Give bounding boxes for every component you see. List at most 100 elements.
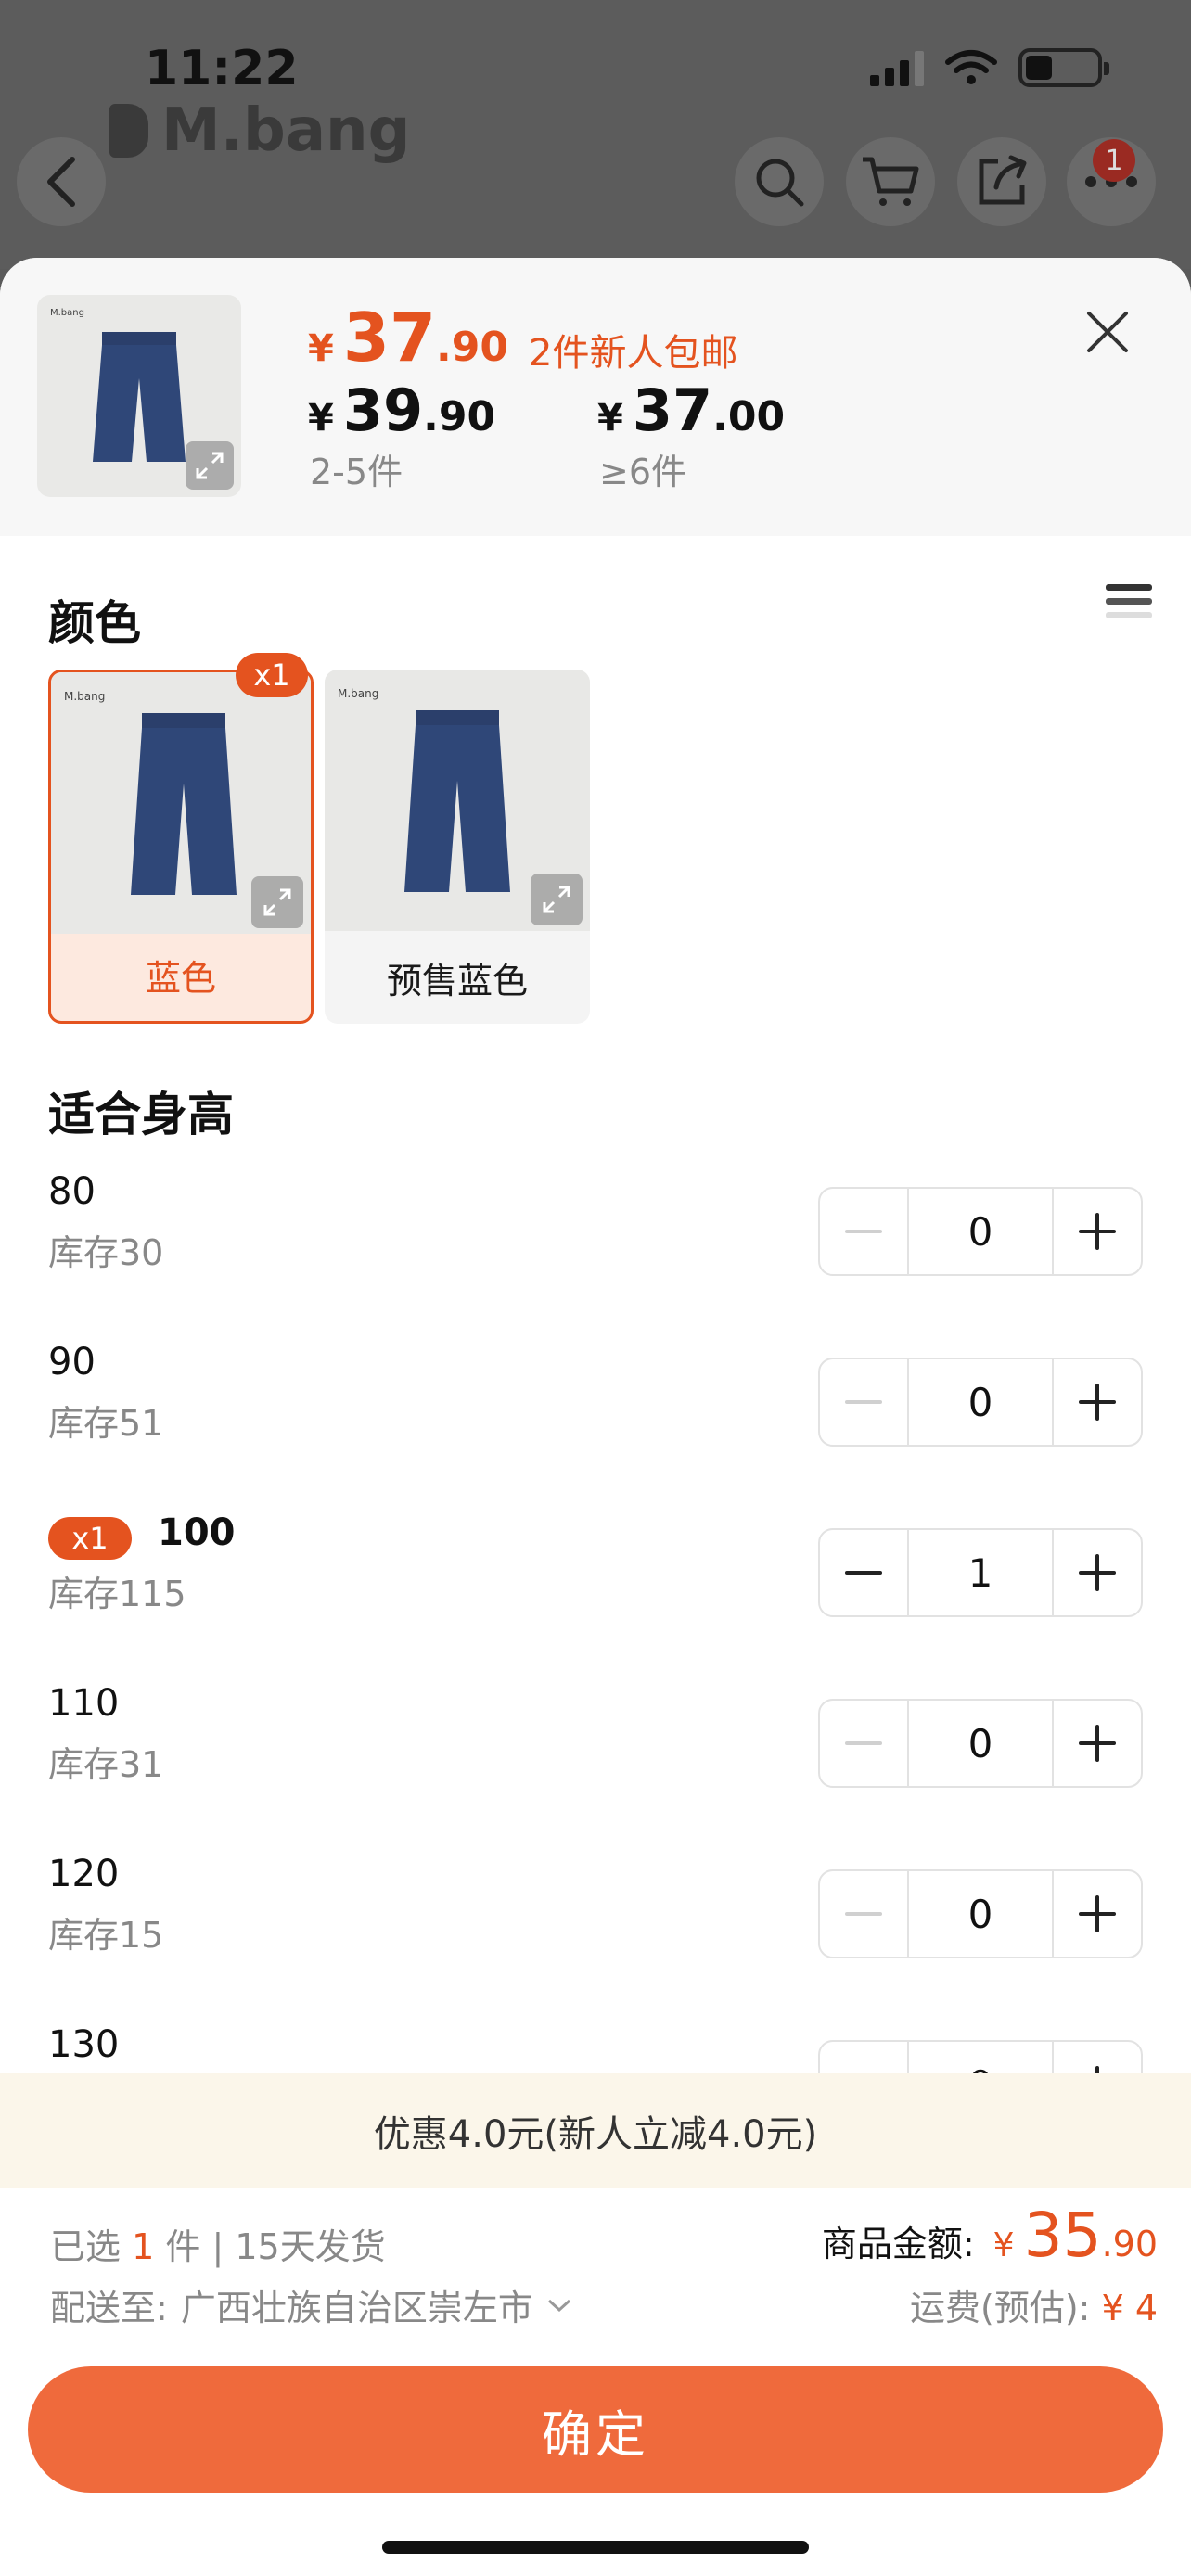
decrement-button[interactable]	[820, 1530, 907, 1615]
back-button[interactable]	[17, 137, 106, 226]
decrement-button[interactable]	[820, 1871, 907, 1957]
color-option-label: 预售蓝色	[386, 960, 528, 1001]
quantity-input[interactable]: 0	[907, 1359, 1054, 1445]
brand-mark-icon	[109, 104, 148, 158]
minus-icon	[845, 1912, 882, 1916]
close-icon[interactable]	[1080, 304, 1135, 360]
signal-icon	[870, 49, 924, 86]
size-section-title: 适合身高	[48, 1088, 234, 1141]
size-qty-badge: x1	[48, 1517, 132, 1560]
plus-icon	[1079, 1554, 1116, 1591]
tier-label-1: 2-5件	[310, 452, 403, 492]
notification-badge: 1	[1093, 139, 1135, 182]
size-row-110: 110 库存31 0	[48, 1682, 1143, 1821]
cart-icon	[863, 157, 919, 206]
size-value: 100	[158, 1511, 236, 1554]
tier-label-2: ≥6件	[599, 452, 687, 492]
stock-text: 库存31	[48, 1744, 164, 1785]
stock-text: 库存15	[48, 1915, 164, 1956]
share-button[interactable]	[957, 137, 1046, 226]
goods-amount: 商品金额: ¥ 35 .90	[821, 2200, 1158, 2271]
background-page: 11:22 M.bang 1	[0, 0, 1191, 269]
minus-icon	[845, 1571, 882, 1575]
color-option-label: 蓝色	[145, 957, 216, 999]
sku-selector-sheet: M.bang ¥ 37 .90 2件新人包邮 ¥ 39 .90 2-5件 ¥ 3…	[0, 258, 1191, 2576]
search-button[interactable]	[735, 137, 824, 226]
wifi-icon	[945, 50, 997, 84]
color-option-blue[interactable]: M.bang 蓝色	[48, 670, 314, 1024]
increment-button[interactable]	[1054, 1701, 1141, 1786]
size-row-100: x1 100 库存115 1	[48, 1511, 1143, 1651]
ship-to-label: 配送至:	[50, 2288, 168, 2328]
plus-icon	[1079, 1213, 1116, 1250]
tier-price-1: ¥ 39 .90	[308, 376, 496, 444]
home-indicator	[382, 2541, 809, 2554]
decrement-button[interactable]	[820, 1189, 907, 1274]
selected-count: 1	[132, 2226, 155, 2267]
back-arrow-icon	[47, 157, 75, 207]
quantity-stepper: 0	[818, 1187, 1143, 1276]
color-section-title: 颜色	[48, 596, 141, 650]
color-qty-badge: x1	[236, 653, 308, 697]
product-thumbnail[interactable]: M.bang	[37, 295, 241, 497]
cart-button[interactable]	[846, 137, 935, 226]
size-value: 120	[48, 1853, 120, 1895]
increment-button[interactable]	[1054, 1189, 1141, 1274]
promo-text: 2件新人包邮	[529, 332, 738, 375]
minus-icon	[845, 1230, 882, 1233]
size-value: 130	[48, 2023, 120, 2066]
minus-icon	[845, 1741, 882, 1745]
size-value: 90	[48, 1341, 96, 1384]
svg-text:M.bang: M.bang	[64, 690, 105, 703]
size-value: 80	[48, 1170, 96, 1213]
list-view-icon[interactable]	[1106, 584, 1152, 632]
size-value: 110	[48, 1682, 120, 1725]
brand-logo: M.bang	[109, 96, 410, 165]
confirm-button[interactable]: 确定	[28, 2366, 1163, 2493]
quantity-stepper: 0	[818, 1869, 1143, 1958]
expand-icon[interactable]	[531, 874, 583, 925]
quantity-input[interactable]: 0	[907, 1701, 1054, 1786]
plus-icon	[1079, 1384, 1116, 1421]
checkout-footer: 已选 1 件 | 15天发货 配送至: 广西壮族自治区崇左市 商品金额: ¥ 3…	[0, 2188, 1191, 2576]
battery-icon	[1018, 48, 1109, 87]
stock-text: 库存115	[48, 1574, 186, 1614]
chevron-down-icon	[547, 2299, 570, 2312]
quantity-stepper: 1	[818, 1528, 1143, 1617]
expand-icon[interactable]	[251, 876, 303, 928]
quantity-input[interactable]: 0	[907, 1871, 1054, 1957]
stock-text: 库存51	[48, 1403, 164, 1444]
ship-to-selector[interactable]: 配送至: 广西壮族自治区崇左市	[50, 2279, 572, 2330]
minus-icon	[845, 1400, 882, 1404]
quantity-stepper: 0	[818, 1699, 1143, 1788]
quantity-input[interactable]: 1	[907, 1530, 1054, 1615]
discount-banner: 优惠4.0元(新人立减4.0元)	[0, 2073, 1191, 2188]
size-row-90: 90 库存51 0	[48, 1341, 1143, 1480]
stock-text: 库存30	[48, 1232, 164, 1273]
decrement-button[interactable]	[820, 1701, 907, 1786]
decrement-button[interactable]	[820, 1359, 907, 1445]
tier-price-2: ¥ 37 .00	[597, 376, 786, 444]
plus-icon	[1079, 1895, 1116, 1932]
svg-text:M.bang: M.bang	[338, 687, 378, 700]
share-icon	[979, 155, 1027, 205]
increment-button[interactable]	[1054, 1359, 1141, 1445]
status-icons	[870, 48, 1109, 87]
svg-text:M.bang: M.bang	[50, 308, 84, 318]
increment-button[interactable]	[1054, 1871, 1141, 1957]
status-time: 11:22	[145, 41, 299, 96]
plus-icon	[1079, 1725, 1116, 1762]
brand-name: M.bang	[161, 96, 411, 165]
quantity-input[interactable]: 0	[907, 1189, 1054, 1274]
ship-to-value: 广西壮族自治区崇左市	[180, 2288, 533, 2328]
expand-icon[interactable]	[186, 441, 234, 490]
size-row-120: 120 库存15 0	[48, 1853, 1143, 1992]
sheet-header: M.bang ¥ 37 .90 2件新人包邮 ¥ 39 .90 2-5件 ¥ 3…	[0, 258, 1191, 536]
quantity-stepper: 0	[818, 1358, 1143, 1447]
shipping-fee: 运费(预估): ¥ 4	[910, 2288, 1158, 2328]
increment-button[interactable]	[1054, 1530, 1141, 1615]
size-row-80: 80 库存30 0	[48, 1170, 1143, 1309]
color-option-presale-blue[interactable]: M.bang 预售蓝色	[325, 670, 590, 1024]
selected-summary: 已选 1 件 | 15天发货	[50, 2226, 386, 2267]
search-icon	[756, 159, 804, 207]
